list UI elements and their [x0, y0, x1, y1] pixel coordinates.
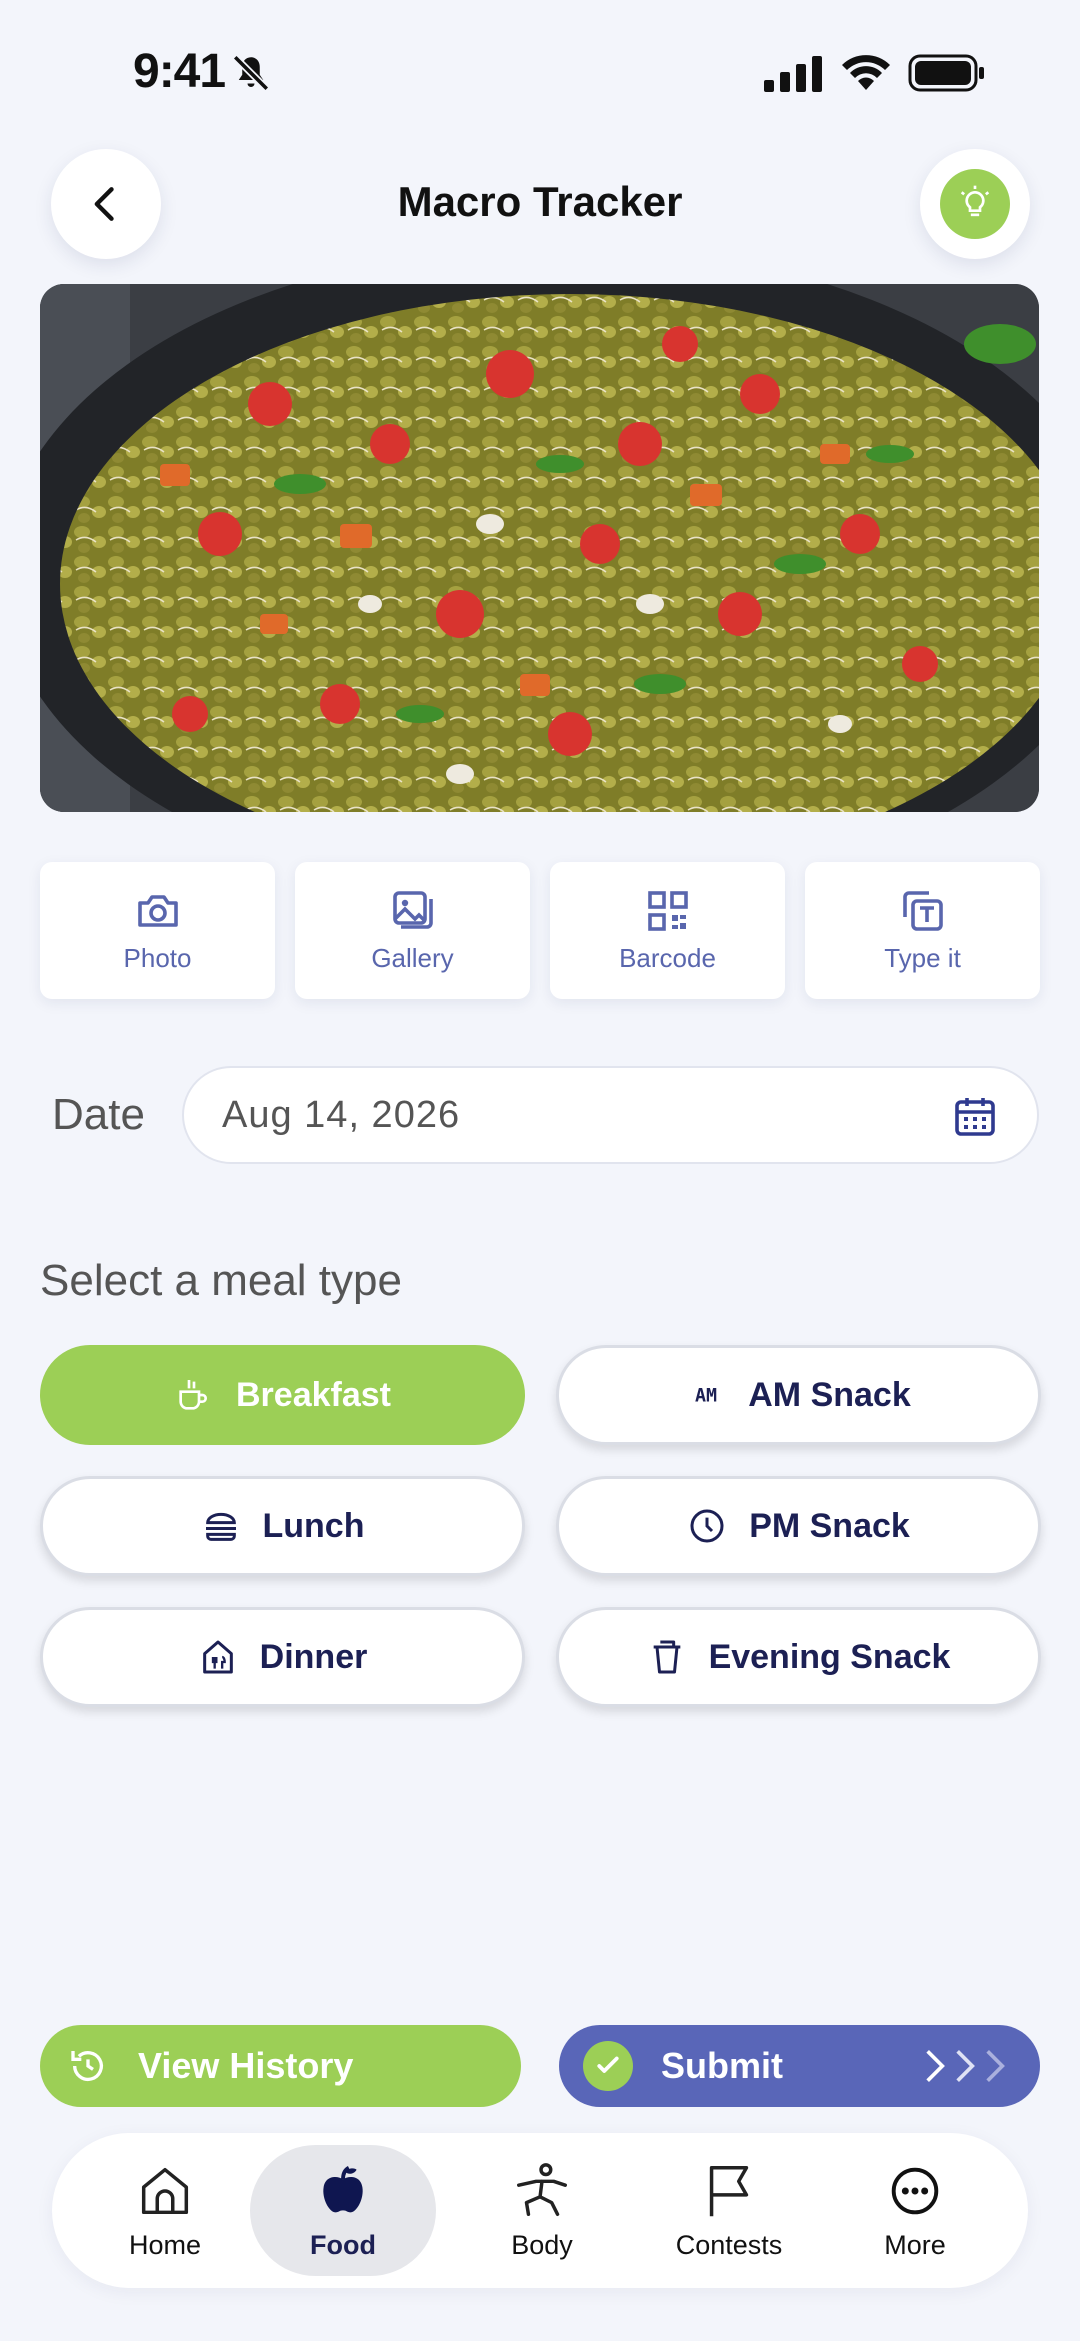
- am-icon: AM: [695, 1386, 717, 1407]
- lightbulb-icon: [960, 185, 990, 217]
- date-value: Aug 14, 2026: [222, 1094, 461, 1136]
- submit-label: Submit: [661, 2045, 783, 2086]
- meal-pm-snack-label: PM Snack: [749, 1506, 910, 1545]
- photo-label: Photo: [123, 943, 192, 973]
- camera-icon: [137, 895, 178, 927]
- svg-text:AM: AM: [695, 1386, 717, 1407]
- flag-icon: [709, 2166, 749, 2217]
- apple-icon: [323, 2166, 363, 2213]
- tab-contests-label: Contests: [675, 2230, 783, 2260]
- meal-evening-snack-button[interactable]: Evening Snack: [556, 1607, 1041, 1707]
- meal-am-snack-label: AM Snack: [748, 1375, 911, 1414]
- date-label: Date: [52, 1090, 145, 1139]
- meal-dinner-label: Dinner: [259, 1637, 368, 1676]
- tips-button[interactable]: [920, 149, 1030, 259]
- history-icon: [71, 2051, 103, 2082]
- tab-home-label: Home: [128, 2230, 202, 2260]
- meal-pm-snack-button[interactable]: PM Snack: [556, 1476, 1041, 1576]
- type-it-label: Type it: [884, 943, 961, 973]
- tab-food-label: Food: [310, 2230, 376, 2260]
- page-title: Macro Tracker: [397, 178, 683, 225]
- tab-body-label: Body: [511, 2230, 573, 2260]
- meal-breakfast-button[interactable]: Breakfast: [40, 1345, 525, 1445]
- status-bar: 9:41: [0, 0, 1080, 140]
- tab-more[interactable]: More: [822, 2145, 1008, 2276]
- cup-icon: [653, 1640, 680, 1674]
- meal-dinner-button[interactable]: Dinner: [40, 1607, 525, 1707]
- burger-icon: [205, 1512, 236, 1541]
- tab-more-label: More: [884, 2230, 946, 2260]
- wifi-icon: [842, 55, 890, 90]
- barcode-button[interactable]: Barcode: [550, 862, 785, 999]
- check-icon: [583, 2041, 633, 2091]
- type-it-button[interactable]: Type it: [805, 862, 1040, 999]
- yoga-pose-icon: [517, 2163, 567, 2216]
- date-field[interactable]: Aug 14, 2026: [182, 1066, 1039, 1164]
- tab-contests[interactable]: Contests: [636, 2145, 822, 2276]
- status-time: 9:41: [133, 45, 226, 98]
- view-history-label: View History: [138, 2045, 354, 2086]
- tab-food[interactable]: Food: [250, 2145, 436, 2276]
- signal-icon: [764, 56, 822, 92]
- coffee-cup-icon: [179, 1380, 207, 1410]
- view-history-button[interactable]: View History: [40, 2025, 521, 2107]
- home-icon: [141, 2167, 189, 2215]
- meal-type-heading: Select a meal type: [40, 1256, 402, 1305]
- submit-button[interactable]: Submit: [559, 2025, 1040, 2107]
- tab-home[interactable]: Home: [72, 2145, 258, 2276]
- gallery-label: Gallery: [371, 943, 454, 973]
- meal-lunch-button[interactable]: Lunch: [40, 1476, 525, 1576]
- meal-evening-snack-label: Evening Snack: [708, 1637, 951, 1676]
- clock-icon: [690, 1509, 724, 1543]
- more-icon: [891, 2167, 939, 2215]
- food-photo: [40, 284, 1039, 812]
- gallery-icon: [392, 891, 433, 929]
- tab-body[interactable]: Body: [449, 2145, 635, 2276]
- restaurant-icon: [202, 1640, 233, 1674]
- photo-button[interactable]: Photo: [40, 862, 275, 999]
- battery-icon: [908, 54, 984, 92]
- chevrons-right-icon: [924, 2047, 1006, 2085]
- barcode-label: Barcode: [619, 943, 716, 973]
- meal-am-snack-button[interactable]: AM AM Snack: [556, 1345, 1041, 1445]
- gallery-button[interactable]: Gallery: [295, 862, 530, 999]
- bell-muted-icon: [232, 54, 270, 92]
- meal-lunch-label: Lunch: [262, 1506, 365, 1545]
- qr-code-icon: [647, 891, 688, 931]
- text-input-icon: [902, 891, 943, 931]
- tab-bar: Home Food Body Contests More: [52, 2133, 1028, 2288]
- calendar-icon[interactable]: [951, 1092, 999, 1140]
- meal-breakfast-label: Breakfast: [236, 1375, 391, 1414]
